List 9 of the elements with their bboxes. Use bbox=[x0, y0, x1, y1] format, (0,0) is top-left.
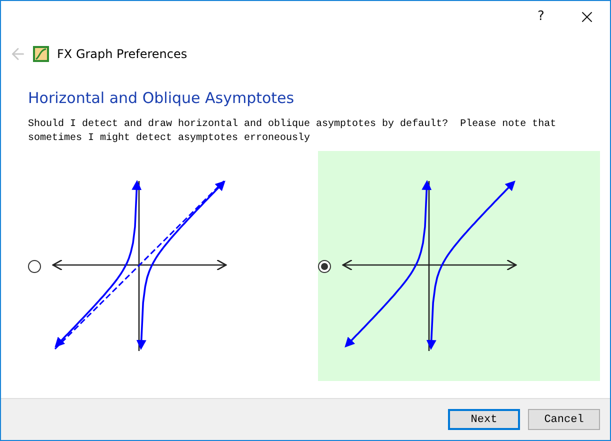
radio-button[interactable] bbox=[318, 260, 331, 272]
window-title: FX Graph Preferences bbox=[57, 47, 188, 61]
description-text: Should I detect and draw horizontal and oblique asymptotes by default? Please note that sometimes I might detect asymptotes erroneously bbox=[28, 118, 558, 146]
page-heading: Horizontal and Oblique Asymptotes bbox=[28, 88, 296, 108]
cancel-button[interactable]: Cancel bbox=[528, 409, 600, 430]
help-button[interactable]: ? bbox=[518, 1, 564, 32]
radio-button[interactable] bbox=[28, 260, 41, 272]
app-icon bbox=[33, 46, 49, 62]
next-button[interactable]: Next bbox=[448, 409, 520, 430]
